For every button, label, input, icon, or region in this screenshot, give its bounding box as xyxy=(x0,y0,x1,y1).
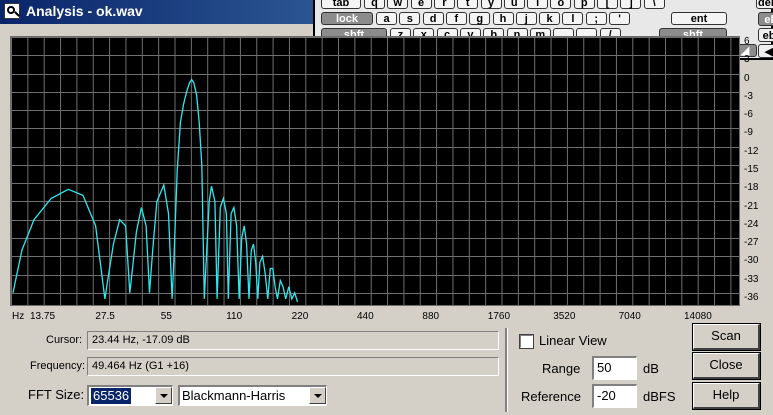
keyboard-key[interactable]: s xyxy=(399,12,421,25)
arrow-left-key[interactable]: ◀ xyxy=(758,44,773,58)
graph-grid xyxy=(11,37,739,305)
fft-size-label-text: FFT Size: xyxy=(28,387,85,402)
keyboard-key[interactable]: ] xyxy=(620,0,642,9)
fft-size-select[interactable]: 65536 xyxy=(87,385,173,406)
db-tick-label: -6 xyxy=(744,109,753,121)
db-tick-label: -3 xyxy=(744,90,753,102)
frequency-tick-label: 27.5 xyxy=(95,311,115,322)
keyboard-key[interactable]: del xyxy=(756,0,773,9)
db-tick-label: -24 xyxy=(744,218,759,230)
db-tick-label: 0 xyxy=(744,72,750,84)
keyboard-key[interactable]: tab xyxy=(321,0,361,9)
frequency-tick-label: 13.75 xyxy=(30,311,56,322)
db-tick-label: 3 xyxy=(744,54,750,66)
frequency-label: Frequency: xyxy=(30,360,86,372)
frequency-tick-label: 1760 xyxy=(487,311,511,322)
db-tick-label: 6 xyxy=(744,36,750,48)
db-tick-label: -21 xyxy=(744,200,759,212)
db-tick-label: -9 xyxy=(744,127,753,139)
frequency-tick-label: 7040 xyxy=(618,311,641,322)
chevron-down-icon[interactable] xyxy=(309,387,326,404)
frequency-tick-label: 440 xyxy=(357,311,374,322)
keyboard-key[interactable]: k xyxy=(539,12,561,25)
keyboard-key[interactable]: h xyxy=(492,12,514,25)
chevron-down-icon[interactable] xyxy=(155,387,172,404)
db-tick-label: -12 xyxy=(744,145,759,157)
frequency-tick-label: 14080 xyxy=(684,311,712,322)
close-button[interactable]: Close xyxy=(692,352,761,380)
frequency-tick-label: 3520 xyxy=(553,311,576,322)
hz-unit-label: Hz xyxy=(12,311,25,322)
db-tick-label: -30 xyxy=(744,255,759,267)
keyboard-key[interactable]: l xyxy=(562,12,584,25)
keyboard-key[interactable]: ent xyxy=(671,12,727,25)
linear-view-label: Linear View xyxy=(539,333,607,348)
keyboard-key[interactable]: u xyxy=(503,0,525,9)
spectrum-plot xyxy=(11,37,739,305)
keyboard-key[interactable]: \ xyxy=(643,0,665,9)
spectrum-graph[interactable] xyxy=(10,36,740,306)
db-tick-label: -27 xyxy=(744,237,759,249)
scan-button[interactable]: Scan xyxy=(692,323,761,351)
db-tick-label: -36 xyxy=(744,291,759,303)
db-tick-label: -15 xyxy=(744,164,759,175)
reference-input[interactable]: -20 xyxy=(592,384,637,408)
frequency-tick-label: 110 xyxy=(226,311,243,322)
fft-size-label: FFT Size: xyxy=(28,387,84,402)
keyboard-key[interactable]: p xyxy=(573,0,595,9)
reference-unit: dBFS xyxy=(643,389,676,404)
keyboard-key[interactable]: ; xyxy=(585,12,607,25)
keyboard-key[interactable]: ' xyxy=(609,12,630,25)
side-key[interactable]: el xyxy=(758,12,773,26)
spectrum-trace xyxy=(12,78,299,303)
keyboard-key[interactable]: r xyxy=(433,0,455,9)
db-tick-label: -18 xyxy=(744,182,759,194)
linear-view-checkbox[interactable] xyxy=(519,334,534,349)
range-unit: dB xyxy=(643,361,659,376)
keyboard-key[interactable]: d xyxy=(422,12,444,25)
cursor-readout: 23.44 Hz, -17.09 dB xyxy=(87,331,499,350)
keyboard-key[interactable]: g xyxy=(469,12,491,25)
keyboard-key[interactable]: w xyxy=(387,0,409,9)
cursor-label: Cursor: xyxy=(46,334,83,346)
keyboard-key[interactable]: y xyxy=(480,0,502,9)
help-button[interactable]: Help xyxy=(692,382,761,410)
keyboard-key[interactable]: [ xyxy=(597,0,618,9)
keyboard-key[interactable]: t xyxy=(457,0,479,9)
side-key[interactable]: eb xyxy=(758,28,773,42)
frequency-tick-label: 880 xyxy=(422,311,440,322)
reference-label: Reference xyxy=(521,389,581,404)
magnifier-icon xyxy=(4,3,20,19)
frequency-readout: 49.464 Hz (G1 +16) xyxy=(87,357,499,376)
window-function-value: Blackmann-Harris xyxy=(182,388,286,403)
divider xyxy=(505,328,508,412)
keyboard-key[interactable]: q xyxy=(364,0,385,9)
window-function-select[interactable]: Blackmann-Harris xyxy=(178,385,327,406)
range-input[interactable]: 50 xyxy=(592,356,637,380)
keyboard-key[interactable]: f xyxy=(445,12,467,25)
keyboard-key[interactable]: e xyxy=(410,0,432,9)
range-label: Range xyxy=(542,361,581,376)
keyboard-key[interactable]: o xyxy=(550,0,572,9)
db-tick-label: -33 xyxy=(744,273,759,285)
frequency-tick-label: 220 xyxy=(291,311,309,322)
fft-size-value: 65536 xyxy=(91,388,132,404)
window-title: Analysis - ok.wav xyxy=(26,3,143,19)
keyboard-key[interactable]: j xyxy=(515,12,537,25)
frequency-tick-label: 55 xyxy=(160,311,172,322)
keyboard-key[interactable]: lock xyxy=(321,12,373,25)
keyboard-key[interactable]: a xyxy=(376,12,397,25)
keyboard-key[interactable]: i xyxy=(527,0,549,9)
